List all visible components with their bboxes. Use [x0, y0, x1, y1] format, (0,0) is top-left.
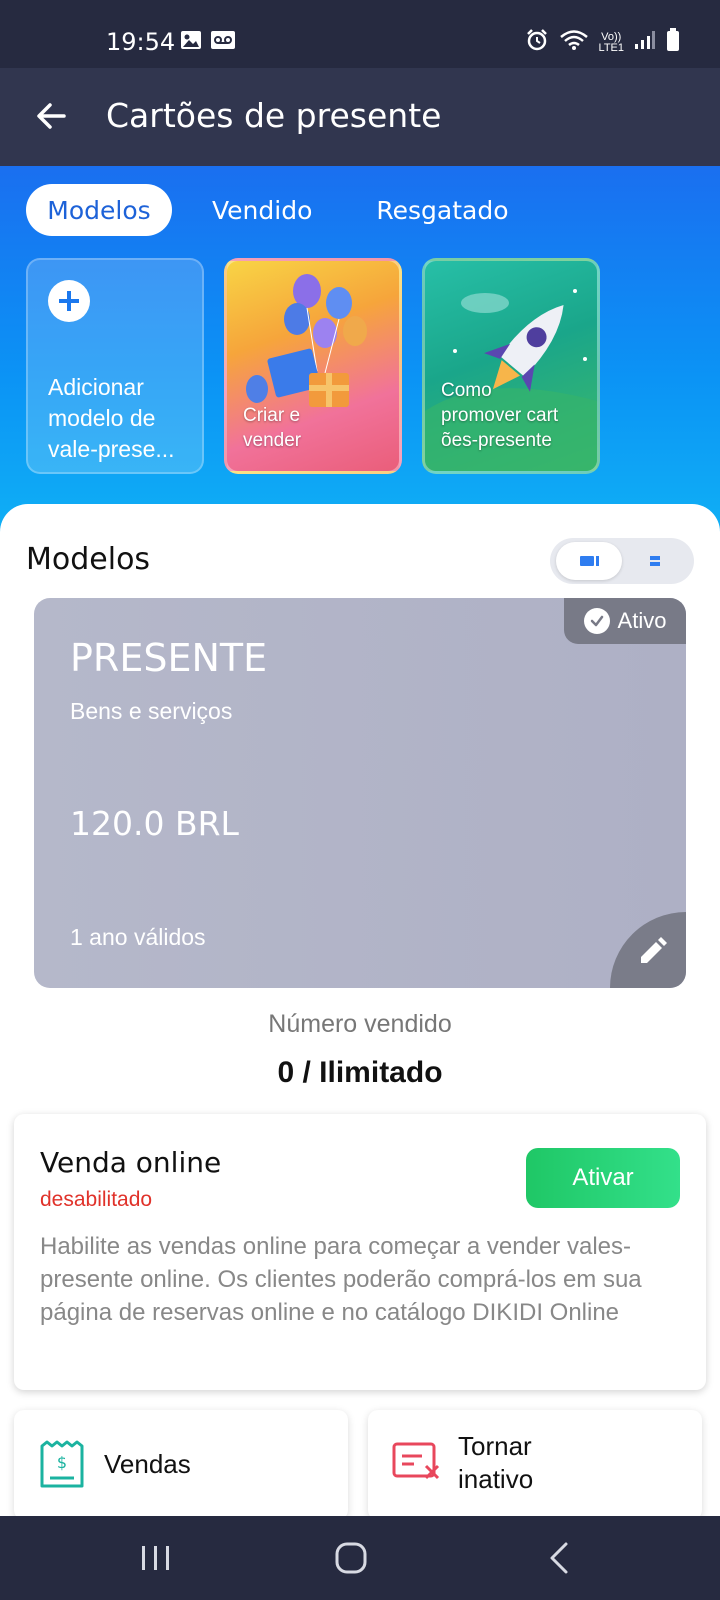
- edit-button[interactable]: [610, 912, 686, 988]
- status-bar: 19:54 Vo)) LTE1: [0, 0, 720, 68]
- network-label-top: Vo)): [601, 30, 622, 43]
- arrow-left-icon[interactable]: [30, 94, 74, 138]
- signal-icon: [634, 30, 656, 55]
- online-sale-title: Venda online: [40, 1146, 222, 1179]
- hero-section: Modelos Vendido Resgatado Adicionar mode…: [0, 166, 720, 546]
- promote-tile[interactable]: Como promover cart ões-presente: [422, 258, 600, 474]
- check-circle-icon: [583, 608, 610, 634]
- network-type: Vo)) LTE1: [598, 30, 624, 54]
- page-title: Cartões de presente: [106, 96, 442, 135]
- make-inactive-line-2: inativo: [458, 1464, 534, 1494]
- status-right-group: Vo)) LTE1: [525, 28, 680, 57]
- add-template-tile[interactable]: Adicionar modelo de vale-prese...: [26, 258, 204, 474]
- system-navigation-bar: [0, 1516, 720, 1600]
- tab-models[interactable]: Modelos: [26, 184, 172, 236]
- alarm-icon: [525, 28, 549, 57]
- make-inactive-line-1: Tornar: [458, 1431, 532, 1461]
- sold-count-label: Número vendido: [268, 1010, 452, 1038]
- activate-button[interactable]: Ativar: [526, 1148, 680, 1208]
- tab-bar: Modelos Vendido Resgatado: [26, 184, 509, 236]
- card-view-toggle[interactable]: [556, 542, 622, 580]
- plus-icon: [48, 280, 90, 322]
- app-bar: Cartões de presente: [0, 68, 720, 166]
- pencil-icon: [641, 937, 667, 963]
- promote-label-line-3: ões-presente: [441, 430, 552, 451]
- voicemail-icon: [210, 30, 236, 55]
- section-title: Modelos: [26, 542, 151, 577]
- receipt-icon: $: [38, 1440, 86, 1493]
- status-badge-label: Ativo: [617, 608, 667, 633]
- card-view-icon: [580, 556, 599, 566]
- card-remove-icon: [392, 1440, 442, 1489]
- status-time: 19:54: [106, 28, 176, 56]
- status-badge: Ativo: [564, 598, 686, 644]
- image-icon: [180, 30, 202, 55]
- create-and-sell-tile[interactable]: Criar e vender: [224, 258, 402, 474]
- home-icon: [335, 1542, 367, 1574]
- gift-card-template[interactable]: Ativo PRESENTE Bens e serviços 120.0 BRL…: [34, 598, 686, 988]
- svg-text:$: $: [57, 1453, 67, 1472]
- wifi-icon: [559, 29, 589, 56]
- sales-label: Vendas: [104, 1449, 191, 1479]
- list-view-icon: [650, 556, 660, 566]
- network-label-bottom: LTE1: [598, 41, 624, 54]
- promote-label-line-2: promover cart: [441, 405, 559, 426]
- chevron-left-icon: [550, 1542, 568, 1574]
- back-nav-button[interactable]: [530, 1536, 590, 1580]
- recent-apps-icon: [142, 1546, 169, 1570]
- online-sale-description: Habilite as vendas online para começar a…: [40, 1233, 642, 1326]
- home-button[interactable]: [320, 1536, 380, 1580]
- make-inactive-action[interactable]: Tornar inativo: [368, 1410, 702, 1520]
- online-sale-card: Venda online desabilitado Ativar Habilit…: [14, 1114, 706, 1390]
- create-and-sell-label: Criar e vender: [243, 403, 301, 453]
- gift-card-title: PRESENTE: [70, 636, 268, 680]
- make-inactive-label: Tornar inativo: [458, 1430, 533, 1496]
- view-toggle: [550, 538, 694, 584]
- gift-card-subtitle: Bens e serviços: [70, 698, 233, 724]
- main-sheet: Modelos Ativo PRESENTE Bens e serviços 1…: [0, 504, 720, 1520]
- add-template-label: Adicionar modelo de vale-prese...: [48, 374, 175, 462]
- create-label-line-1: Criar e: [243, 405, 301, 426]
- gift-card-price: 120.0 BRL: [70, 804, 239, 843]
- tab-sold[interactable]: Vendido: [212, 184, 312, 236]
- tab-redeemed[interactable]: Resgatado: [376, 184, 508, 236]
- list-view-toggle[interactable]: [622, 542, 688, 580]
- gift-card-validity: 1 ano válidos: [70, 924, 206, 950]
- sales-action[interactable]: $ Vendas: [14, 1410, 348, 1520]
- create-label-line-2: vender: [243, 430, 302, 451]
- promote-label: Como promover cart ões-presente: [441, 378, 558, 453]
- promote-label-line-1: Como: [441, 380, 492, 401]
- sold-count-value: 0 / Ilimitado: [277, 1056, 443, 1089]
- battery-icon: [666, 28, 680, 57]
- recent-apps-button[interactable]: [126, 1536, 186, 1580]
- online-sale-status: desabilitado: [40, 1188, 153, 1211]
